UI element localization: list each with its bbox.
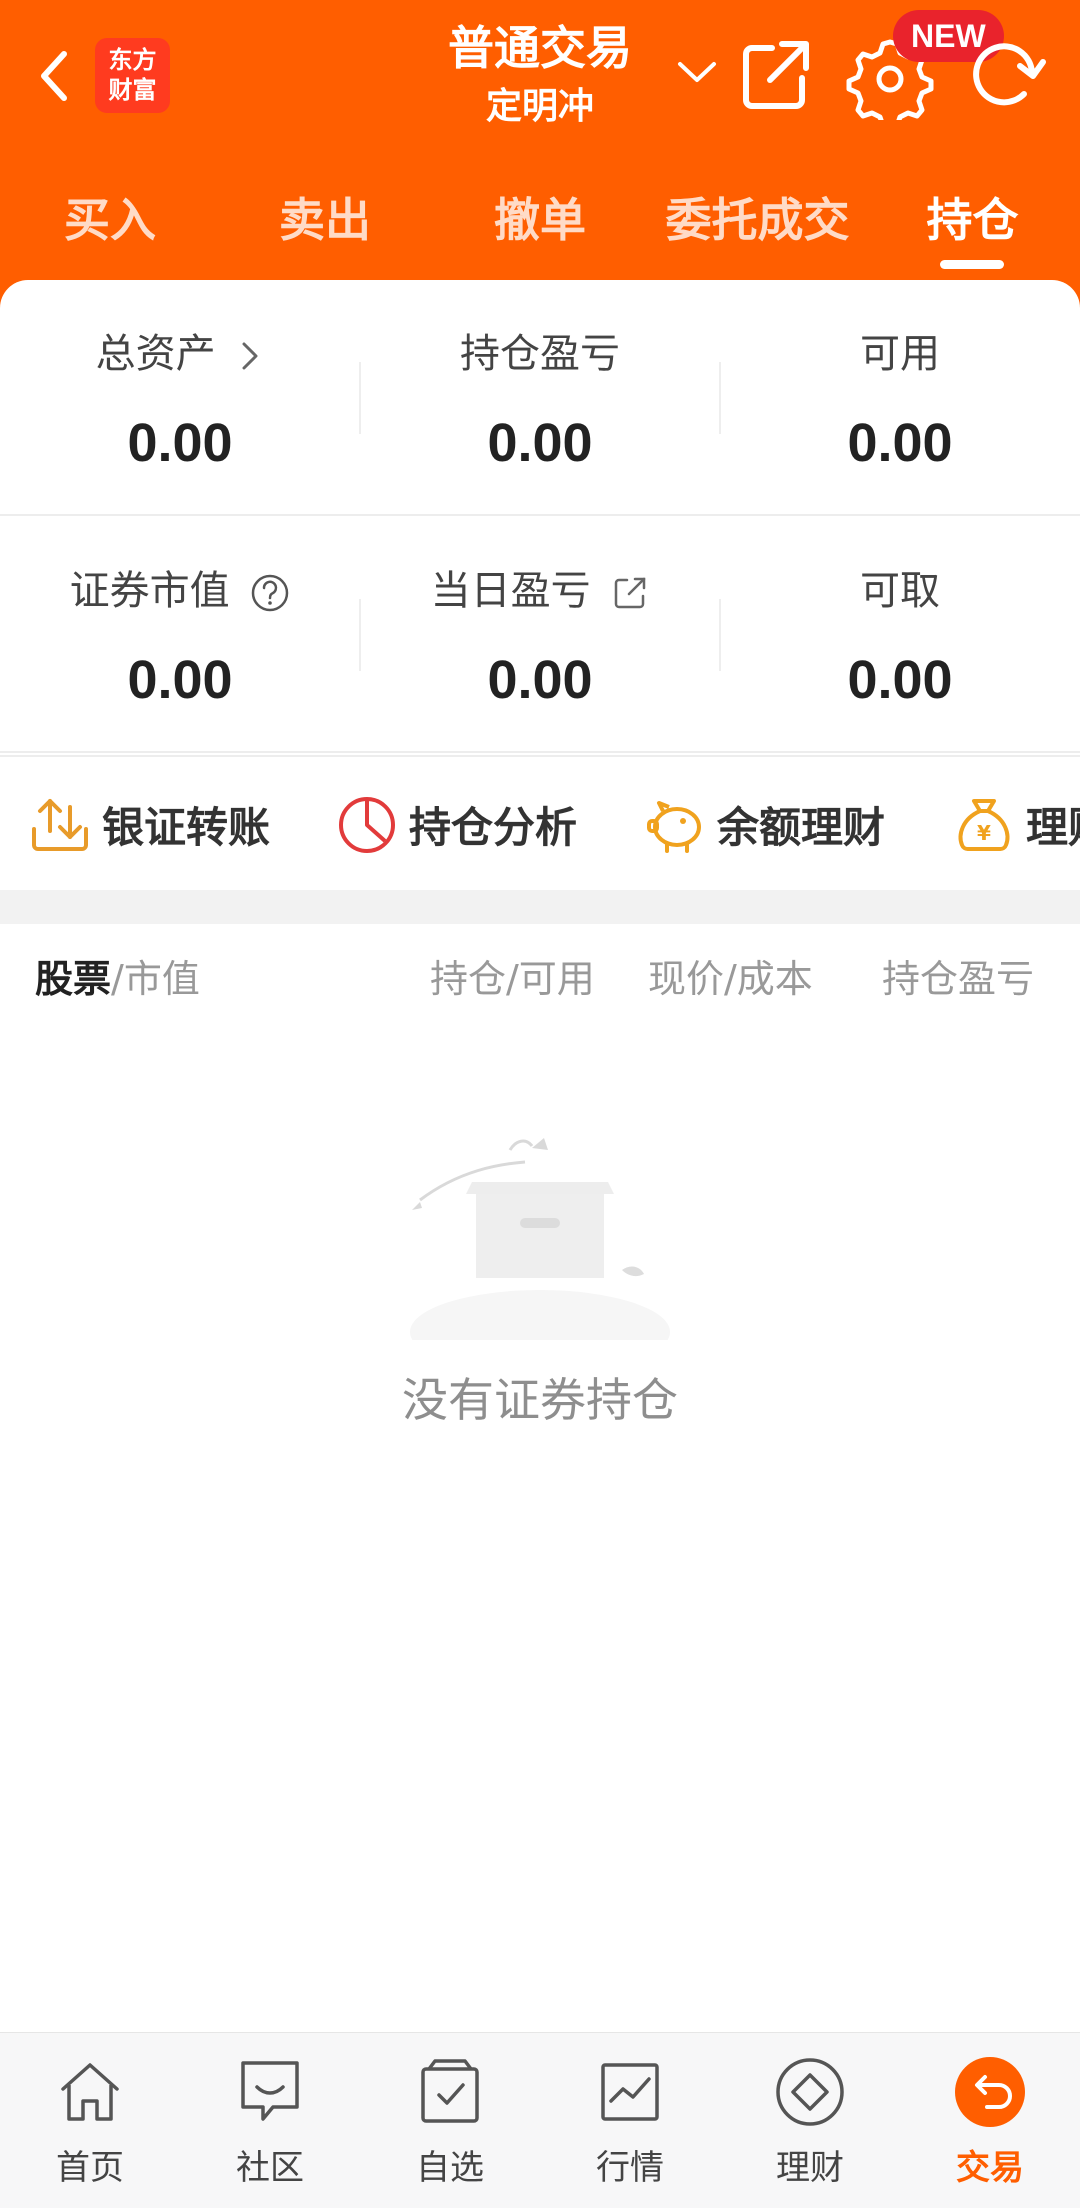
account-switcher[interactable]: 普通交易 定明冲	[380, 18, 700, 132]
total-assets-label: 总资产	[0, 326, 360, 382]
summary-row-2: 证券市值 0.00 当日盈亏 0.00 可取 0.00	[0, 517, 1080, 753]
nav-wealth[interactable]: 理财	[720, 2033, 900, 2208]
nav-community[interactable]: 社区	[180, 2033, 360, 2208]
chevron-down-icon[interactable]	[672, 52, 722, 92]
market-value-value: 0.00	[127, 650, 233, 710]
app-logo: 东方 财富	[95, 38, 170, 113]
svg-text:¥: ¥	[977, 821, 991, 845]
total-assets-label-text: 总资产	[95, 331, 216, 377]
position-pnl-label: 持仓盈亏	[460, 331, 620, 377]
available-cell: 可用 0.00	[720, 280, 1080, 516]
position-pnl-column-header[interactable]: 持仓盈亏	[882, 924, 1034, 1034]
stock-column-header[interactable]: 股票/市值	[35, 924, 200, 1034]
nav-trade[interactable]: 交易	[900, 2033, 1080, 2208]
section-divider	[0, 890, 1080, 924]
daily-pnl-cell[interactable]: 当日盈亏 0.00	[360, 517, 720, 753]
piggy-bank-icon	[647, 800, 701, 853]
empty-box-illustration	[410, 1138, 670, 1340]
nav-home[interactable]: 首页	[0, 2033, 180, 2208]
trade-tabs: 买入 卖出 撤单 委托成交 持仓	[0, 180, 1080, 280]
position-available-column-header[interactable]: 持仓/可用	[430, 924, 595, 1034]
bank-transfer-button[interactable]: 银证转账	[28, 757, 270, 890]
nav-watchlist[interactable]: 自选	[360, 2033, 540, 2208]
market-value-label-text: 证券市值	[69, 568, 230, 614]
withdrawable-label: 可取	[860, 568, 940, 614]
watchlist-icon	[421, 2059, 479, 2123]
summary-row-1: 总资产 0.00 持仓盈亏 0.00 可用 0.00	[0, 280, 1080, 516]
help-icon[interactable]	[250, 573, 290, 613]
position-pnl-cell: 持仓盈亏 0.00	[360, 280, 720, 516]
quick-actions-bar: 银证转账 持仓分析 余额理财 ¥ 理财	[0, 755, 1080, 890]
logo-text-line2: 财富	[108, 75, 157, 104]
nav-trade-label: 交易	[956, 2148, 1024, 2188]
back-button[interactable]	[18, 36, 98, 116]
available-value: 0.00	[847, 413, 953, 473]
position-analysis-button[interactable]: 持仓分析	[335, 757, 577, 890]
price-cost-column-header[interactable]: 现价/成本	[648, 924, 813, 1034]
total-assets-cell[interactable]: 总资产 0.00	[0, 280, 360, 516]
trade-icon	[955, 2057, 1025, 2127]
wealth-management-label: 理财	[1026, 803, 1080, 852]
stock-column-label: 股票	[35, 957, 112, 1001]
chevron-right-icon	[242, 342, 258, 370]
market-value-column-label: /市值	[111, 957, 200, 1001]
home-icon	[61, 2063, 119, 2121]
market-value-label: 证券市值	[0, 563, 360, 619]
refresh-icon	[973, 43, 1046, 106]
nav-wealth-label: 理财	[776, 2148, 844, 2188]
nav-watchlist-label: 自选	[416, 2148, 484, 2188]
nav-market[interactable]: 行情	[540, 2033, 720, 2208]
daily-pnl-label-text: 当日盈亏	[430, 568, 591, 614]
wealth-management-button[interactable]: ¥ 理财	[952, 757, 1080, 890]
daily-pnl-label: 当日盈亏	[360, 563, 720, 619]
tab-orders-trades[interactable]: 委托成交	[650, 180, 865, 280]
tab-sell[interactable]: 卖出	[255, 180, 395, 280]
transfer-icon	[32, 798, 88, 851]
chat-icon	[241, 2061, 299, 2121]
bank-transfer-label: 银证转账	[102, 803, 271, 852]
balance-wealth-button[interactable]: 余额理财	[643, 757, 885, 890]
tab-buy[interactable]: 买入	[40, 180, 180, 280]
market-value-cell: 证券市值 0.00	[0, 517, 360, 753]
withdrawable-value: 0.00	[847, 650, 953, 710]
position-analysis-label: 持仓分析	[409, 803, 578, 852]
daily-pnl-value: 0.00	[487, 650, 593, 710]
position-pnl-value: 0.00	[487, 413, 593, 473]
share-icon	[743, 41, 809, 109]
active-tab-indicator	[940, 260, 1004, 269]
holdings-table-header: 股票/市值 持仓/可用 现价/成本 持仓盈亏	[0, 924, 1080, 1034]
account-name: 定明冲	[485, 86, 594, 127]
withdrawable-cell: 可取 0.00	[720, 517, 1080, 753]
money-bag-icon: ¥	[958, 798, 1010, 851]
bottom-navigation: 首页 社区 自选 行情 理财 交易	[0, 2032, 1080, 2208]
refresh-button[interactable]	[960, 30, 1050, 120]
available-label: 可用	[860, 331, 940, 377]
external-link-icon	[615, 577, 646, 609]
market-chart-icon	[601, 2063, 659, 2121]
tab-cancel-order[interactable]: 撤单	[470, 180, 610, 280]
total-assets-value: 0.00	[127, 413, 233, 473]
share-button[interactable]	[730, 30, 820, 120]
balance-wealth-label: 余额理财	[717, 803, 886, 852]
nav-home-label: 首页	[56, 2148, 124, 2188]
nav-community-label: 社区	[236, 2148, 304, 2188]
pie-chart-icon	[339, 796, 395, 853]
page-title: 普通交易	[448, 21, 632, 75]
empty-state-message: 没有证券持仓	[402, 1373, 678, 1427]
nav-market-label: 行情	[596, 2148, 664, 2188]
logo-text-line1: 东方	[108, 45, 157, 74]
back-arrow-icon	[41, 51, 67, 101]
diamond-icon	[776, 2058, 844, 2126]
